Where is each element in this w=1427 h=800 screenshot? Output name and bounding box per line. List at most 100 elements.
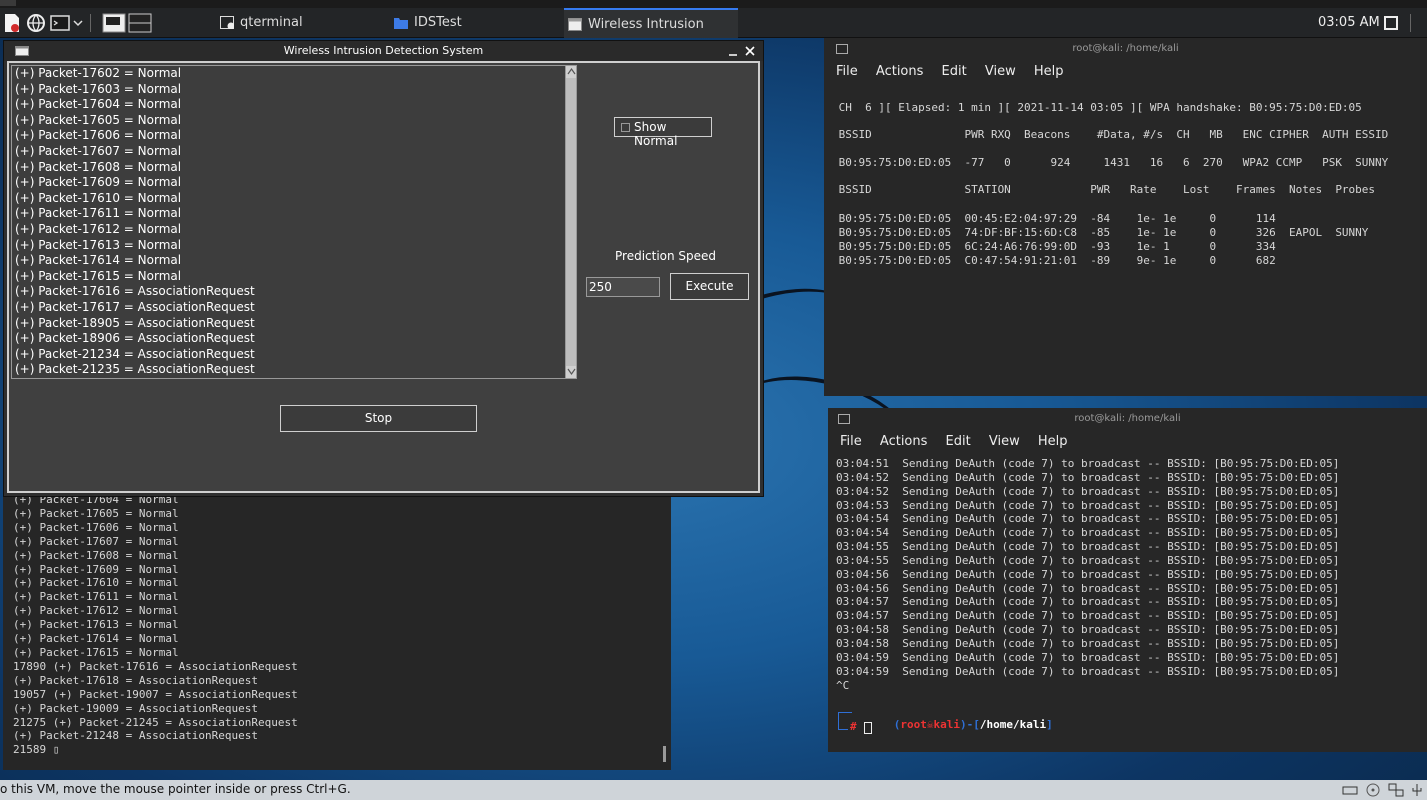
skull-icon: ☠ [926, 718, 934, 731]
window-icon [568, 18, 582, 31]
window-title: root@kali: /home/kali [1072, 43, 1179, 54]
ids-title: Wireless Intrusion Detection System [283, 44, 484, 57]
app-icon [15, 46, 29, 56]
menu-actions[interactable]: Actions [876, 64, 924, 79]
menu-edit[interactable]: Edit [942, 64, 967, 79]
packet-row[interactable]: (+) Packet-17613 = Normal [12, 238, 576, 254]
packet-row[interactable]: (+) Packet-17612 = Normal [12, 222, 576, 238]
terminal-line: 03:04:59 Sending DeAuth (code 7) to broa… [836, 650, 1340, 664]
taskbar-separator [1410, 14, 1411, 32]
window-title: root@kali: /home/kali [1074, 413, 1181, 424]
prompt-bracket: ] [1046, 718, 1053, 731]
stop-button[interactable]: Stop [280, 405, 477, 432]
packet-row[interactable]: (+) Packet-17609 = Normal [12, 175, 576, 191]
cdrom-icon[interactable] [1366, 783, 1380, 797]
prompt-arrow [838, 729, 848, 730]
packet-row[interactable]: (+) Packet-17608 = Normal [12, 160, 576, 176]
prompt-line: (root☠kali)-[/home/kali] [854, 705, 1053, 744]
task-wireless-ids[interactable]: Wireless Intrusion Detec... [564, 8, 738, 62]
terminal-line: (+) Packet-17618 = AssociationRequest [13, 673, 259, 687]
ids-window[interactable]: Wireless Intrusion Detection System (+) … [3, 40, 764, 497]
scroll-up-icon[interactable] [567, 67, 576, 76]
workspace-2-icon[interactable] [128, 13, 152, 33]
terminal-line: 17890 (+) Packet-17616 = AssociationRequ… [13, 659, 298, 673]
packet-row[interactable]: (+) Packet-17604 = Normal [12, 97, 576, 113]
terminal-line: (+) Packet-17611 = Normal [13, 590, 179, 604]
terminal-line: 03:04:57 Sending DeAuth (code 7) to broa… [836, 595, 1340, 609]
packet-row[interactable]: (+) Packet-17616 = AssociationRequest [12, 284, 576, 300]
packet-row[interactable]: (+) Packet-17611 = Normal [12, 206, 576, 222]
station-table-row: B0:95:75:D0:ED:05 74:DF:BF:15:6D:C8 -85 … [832, 226, 1369, 239]
task-qterminal[interactable]: qterminal [216, 8, 366, 38]
folder-icon [394, 18, 408, 29]
show-normal-checkbox[interactable]: Show Normal [614, 117, 712, 148]
packet-row[interactable]: (+) Packet-17614 = Normal [12, 253, 576, 269]
packet-row[interactable]: (+) Packet-17602 = Normal [12, 66, 576, 82]
task-label: IDSTest [414, 15, 462, 30]
terminal-line: 03:04:51 Sending DeAuth (code 7) to broa… [836, 457, 1340, 470]
terminal-line: 21275 (+) Packet-21245 = AssociationRequ… [13, 715, 298, 729]
station-table-row: B0:95:75:D0:ED:05 C0:47:54:91:21:01 -89 … [832, 254, 1276, 267]
prediction-speed-label: Prediction Speed [615, 249, 717, 263]
station-table-header: BSSID STATION PWR Rate Lost Frames Notes… [832, 183, 1376, 196]
packet-row[interactable]: (+) Packet-18905 = AssociationRequest [12, 316, 576, 332]
menu-actions[interactable]: Actions [880, 434, 928, 449]
packet-row[interactable]: (+) Packet-18906 = AssociationRequest [12, 331, 576, 347]
packet-scrollbar[interactable] [565, 65, 577, 379]
task-label: qterminal [240, 15, 303, 30]
hdd-icon[interactable] [1342, 783, 1358, 797]
terminal-line: ^C [836, 678, 850, 692]
packet-row[interactable]: (+) Packet-21235 = AssociationRequest [12, 362, 576, 378]
menu-edit[interactable]: Edit [946, 434, 971, 449]
terminal-cursor[interactable] [864, 722, 872, 734]
window-switch-icon[interactable] [1384, 16, 1398, 30]
menu-help[interactable]: Help [1038, 434, 1068, 449]
packet-listbox[interactable]: (+) Packet-17602 = Normal (+) Packet-1760… [11, 65, 577, 379]
prediction-speed-input[interactable] [586, 277, 660, 297]
menu-file[interactable]: File [840, 434, 862, 449]
terminal-icon [220, 16, 234, 29]
close-icon[interactable] [745, 46, 755, 56]
terminal-line: (+) Packet-19009 = AssociationRequest [13, 701, 259, 715]
packet-row[interactable]: (+) Packet-17606 = Normal [12, 128, 576, 144]
packet-row[interactable]: (+) Packet-21234 = AssociationRequest [12, 347, 576, 363]
terminal-line: 03:04:57 Sending DeAuth (code 7) to broa… [836, 609, 1340, 623]
checkbox-box[interactable] [621, 123, 630, 132]
packet-row[interactable]: (+) Packet-17615 = Normal [12, 269, 576, 285]
packet-row[interactable]: (+) Packet-17607 = Normal [12, 144, 576, 160]
terminal-line: (+) Packet-21248 = AssociationRequest [13, 729, 259, 743]
chevron-down-icon[interactable] [72, 13, 84, 33]
ids-titlebar[interactable]: Wireless Intrusion Detection System [4, 41, 763, 61]
network-icon[interactable] [1388, 783, 1404, 797]
packet-row[interactable]: (+) Packet-17617 = AssociationRequest [12, 300, 576, 316]
scroll-down-icon[interactable] [567, 367, 576, 376]
menu-view[interactable]: View [985, 64, 1016, 79]
menu-view[interactable]: View [989, 434, 1020, 449]
usb-icon[interactable] [1410, 783, 1424, 797]
kali-menu-icon[interactable] [2, 13, 22, 33]
scrollbar[interactable] [663, 746, 666, 762]
terminal-line: (+) Packet-17613 = Normal [13, 618, 179, 632]
airodump-header: CH 6 ][ Elapsed: 1 min ][ 2021-11-14 03:… [832, 101, 1362, 114]
airodump-terminal[interactable]: root@kali: /home/kali File Actions Edit … [824, 38, 1427, 396]
packet-row[interactable]: (+) Packet-17610 = Normal [12, 191, 576, 207]
terminal-line: (+) Packet-17615 = Normal [13, 645, 179, 659]
terminal-launcher-icon[interactable] [50, 13, 70, 33]
packet-row[interactable]: (+) Packet-17605 = Normal [12, 113, 576, 129]
menu-file[interactable]: File [836, 64, 858, 79]
prompt-symbol: # [850, 720, 857, 733]
minimize-icon[interactable] [728, 45, 738, 57]
task-idstest[interactable]: IDSTest [390, 8, 540, 38]
terminal-line: 03:04:53 Sending DeAuth (code 7) to broa… [836, 498, 1340, 512]
vm-title [0, 0, 16, 6]
scroll-thumb[interactable] [566, 78, 576, 366]
terminal-line: 03:04:59 Sending DeAuth (code 7) to broa… [836, 664, 1340, 678]
aireplay-terminal[interactable]: root@kali: /home/kali File Actions Edit … [828, 408, 1427, 752]
menu-bar: File Actions Edit View Help [840, 434, 1082, 449]
packet-row[interactable]: (+) Packet-17603 = Normal [12, 82, 576, 98]
menu-help[interactable]: Help [1034, 64, 1064, 79]
browser-icon[interactable] [26, 13, 46, 33]
workspace-1-icon[interactable] [102, 13, 126, 33]
background-terminal[interactable]: (+) Packet-17604 = Normal (+) Packet-1760… [3, 493, 671, 770]
execute-button[interactable]: Execute [670, 273, 749, 300]
